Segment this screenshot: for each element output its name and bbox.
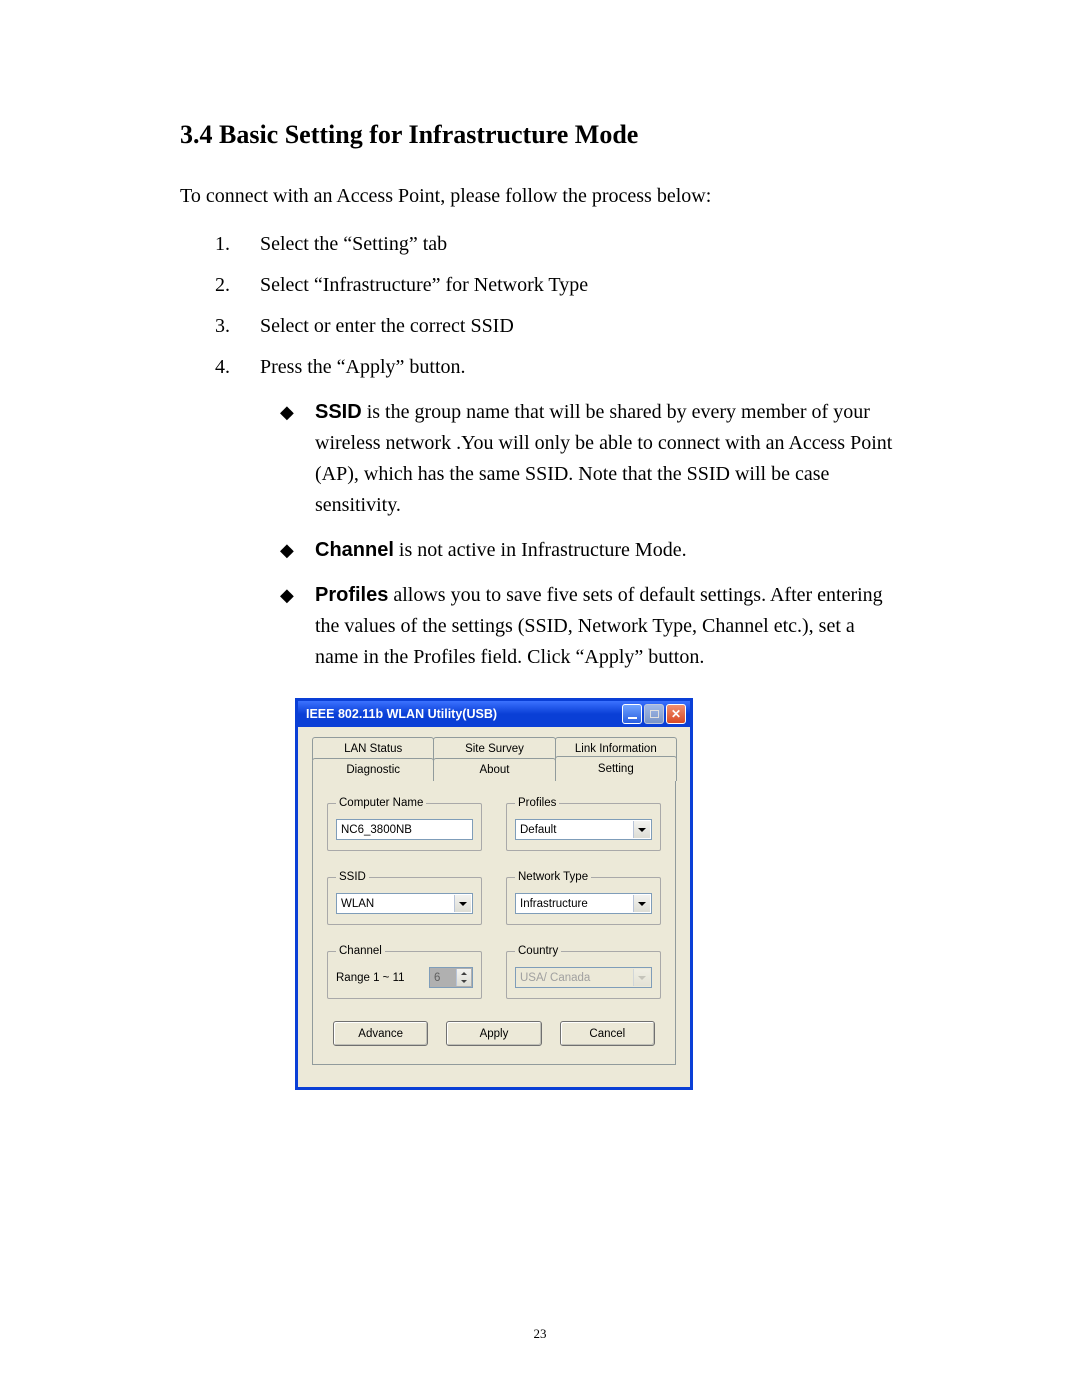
minimize-icon: [628, 717, 637, 719]
channel-value: 6: [434, 972, 440, 984]
bullet-label: Channel: [315, 539, 394, 561]
legend-network-type: Network Type: [515, 871, 591, 883]
bullet-label: Profiles: [315, 584, 388, 606]
tab-strip: LAN Status Site Survey Link Information …: [312, 737, 676, 781]
group-profiles: Profiles Default: [506, 797, 661, 851]
channel-range-label: Range 1 ~ 11: [336, 972, 421, 984]
tab-diagnostic[interactable]: Diagnostic: [312, 758, 434, 781]
titlebar[interactable]: IEEE 802.11b WLAN Utility(USB) ✕: [298, 701, 690, 727]
maximize-icon: [650, 710, 659, 718]
close-button[interactable]: ✕: [666, 704, 686, 724]
group-ssid: SSID WLAN: [327, 871, 482, 925]
cancel-button[interactable]: Cancel: [560, 1021, 655, 1046]
chevron-down-icon: [633, 969, 650, 986]
chevron-down-icon: [633, 821, 650, 838]
intro-text: To connect with an Access Point, please …: [180, 185, 900, 208]
apply-button[interactable]: Apply: [446, 1021, 541, 1046]
legend-profiles: Profiles: [515, 797, 559, 809]
step-item: Select the “Setting” tab: [235, 233, 900, 256]
network-type-value: Infrastructure: [520, 898, 588, 910]
maximize-button: [644, 704, 664, 724]
step-item: Select “Infrastructure” for Network Type: [235, 274, 900, 297]
close-icon: ✕: [671, 707, 681, 721]
bullet-text: allows you to save five sets of default …: [315, 584, 883, 668]
page-number: 23: [0, 1326, 1080, 1342]
country-value: USA/ Canada: [520, 972, 590, 984]
legend-channel: Channel: [336, 945, 385, 957]
group-channel: Channel Range 1 ~ 11 6: [327, 945, 482, 999]
group-network-type: Network Type Infrastructure: [506, 871, 661, 925]
computer-name-input[interactable]: NC6_3800NB: [336, 819, 473, 840]
group-country: Country USA/ Canada: [506, 945, 661, 999]
app-window: IEEE 802.11b WLAN Utility(USB) ✕ LAN Sta…: [295, 698, 693, 1090]
tab-site-survey[interactable]: Site Survey: [433, 737, 555, 760]
spinner-arrows-icon: [456, 969, 471, 986]
advance-button[interactable]: Advance: [333, 1021, 428, 1046]
bullet-item: Channel is not active in Infrastructure …: [280, 535, 900, 566]
bullet-label: SSID: [315, 401, 362, 423]
tab-panel-setting: Computer Name NC6_3800NB Profiles Defaul…: [312, 780, 676, 1065]
chevron-down-icon: [454, 895, 471, 912]
ssid-combo[interactable]: WLAN: [336, 893, 473, 914]
bullet-item: SSID is the group name that will be shar…: [280, 397, 900, 521]
steps-list: Select the “Setting” tab Select “Infrast…: [180, 233, 900, 379]
bullet-text: is not active in Infrastructure Mode.: [394, 539, 687, 561]
bullet-text: is the group name that will be shared by…: [315, 401, 892, 516]
profiles-value: Default: [520, 824, 556, 836]
tab-about[interactable]: About: [433, 758, 555, 781]
section-heading: 3.4 Basic Setting for Infrastructure Mod…: [180, 120, 900, 150]
chevron-down-icon: [633, 895, 650, 912]
window-title: IEEE 802.11b WLAN Utility(USB): [306, 707, 497, 721]
bullets-list: SSID is the group name that will be shar…: [180, 397, 900, 673]
legend-country: Country: [515, 945, 561, 957]
legend-computer-name: Computer Name: [336, 797, 426, 809]
tab-setting[interactable]: Setting: [555, 756, 677, 781]
legend-ssid: SSID: [336, 871, 369, 883]
country-combo: USA/ Canada: [515, 967, 652, 988]
group-computer-name: Computer Name NC6_3800NB: [327, 797, 482, 851]
step-item: Select or enter the correct SSID: [235, 315, 900, 338]
step-item: Press the “Apply” button.: [235, 356, 900, 379]
channel-spinner[interactable]: 6: [429, 967, 473, 988]
minimize-button[interactable]: [622, 704, 642, 724]
profiles-combo[interactable]: Default: [515, 819, 652, 840]
bullet-item: Profiles allows you to save five sets of…: [280, 580, 900, 673]
network-type-combo[interactable]: Infrastructure: [515, 893, 652, 914]
tab-lan-status[interactable]: LAN Status: [312, 737, 434, 760]
ssid-value: WLAN: [341, 898, 374, 910]
